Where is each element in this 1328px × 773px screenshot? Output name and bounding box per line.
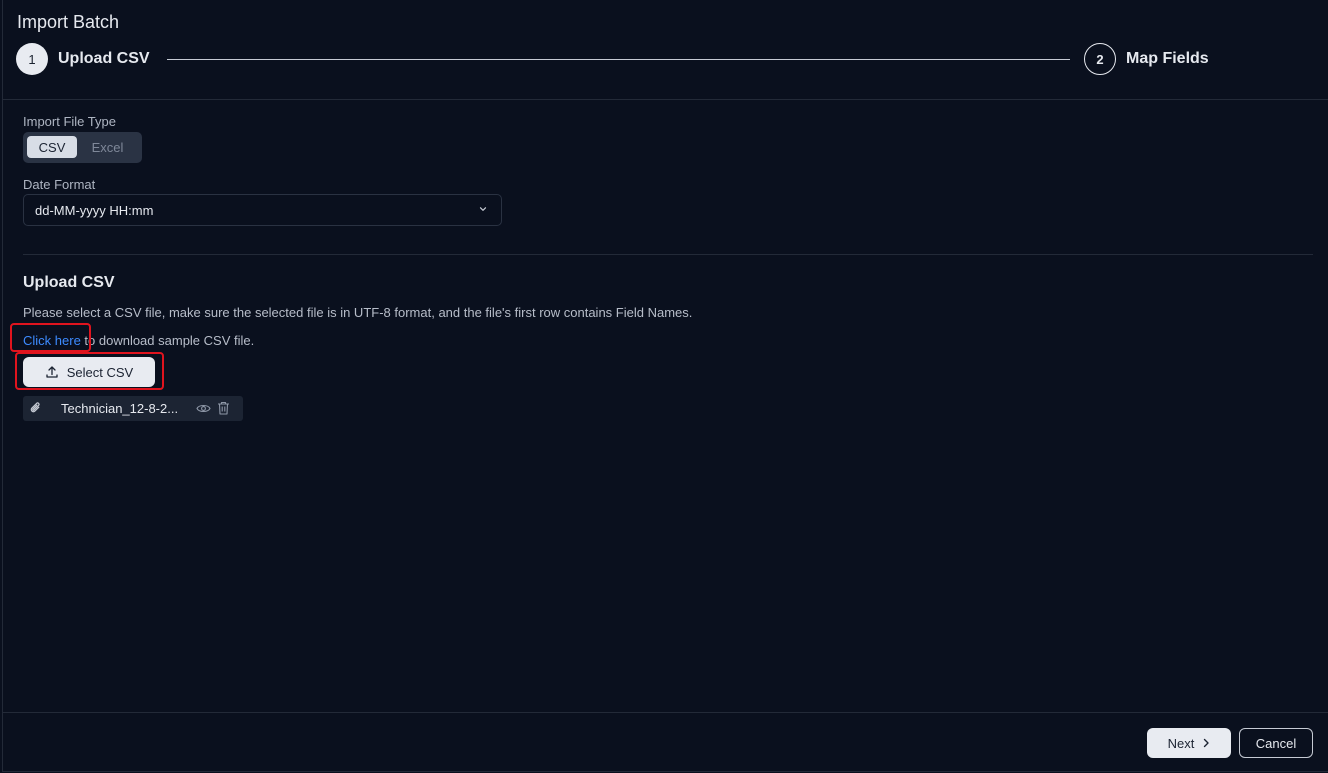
section-divider (23, 254, 1313, 255)
step-2-label: Map Fields (1126, 50, 1209, 67)
chevron-right-icon (1204, 738, 1210, 748)
uploaded-file-name: Technician_12-8-2... (61, 401, 179, 416)
step-2-indicator: 2 (1084, 43, 1116, 75)
trash-icon[interactable] (217, 401, 230, 415)
date-format-value: dd-MM-yyyy HH:mm (35, 203, 154, 218)
date-format-select[interactable]: dd-MM-yyyy HH:mm (23, 194, 502, 226)
stepper: 1 Upload CSV 2 Map Fields (16, 43, 1216, 76)
import-file-type-label: Import File Type (23, 114, 116, 129)
uploaded-file-chip: Technician_12-8-2... (23, 396, 243, 421)
dialog-title: Import Batch (17, 12, 120, 32)
next-button[interactable]: Next (1147, 728, 1231, 758)
file-type-toggle: CSV Excel (23, 132, 142, 163)
step-1-label: Upload CSV (58, 50, 150, 67)
select-csv-button[interactable]: Select CSV (23, 357, 155, 387)
date-format-label: Date Format (23, 177, 96, 192)
cancel-button[interactable]: Cancel (1239, 728, 1313, 758)
chevron-down-icon (479, 207, 487, 211)
file-type-csv-option[interactable]: CSV (27, 136, 78, 158)
sample-download-text: to download sample CSV file. (80, 333, 255, 348)
eye-icon[interactable] (196, 402, 211, 415)
file-type-excel-option[interactable]: Excel (77, 136, 138, 158)
sample-csv-link[interactable]: Click here (23, 333, 81, 348)
import-batch-dialog (2, 0, 1328, 772)
upload-section-title: Upload CSV (23, 274, 115, 291)
header-divider (3, 99, 1328, 100)
select-csv-label: Select CSV (66, 364, 134, 380)
footer-divider (3, 712, 1328, 713)
upload-icon (46, 366, 58, 378)
stepper-connector (167, 59, 1070, 60)
upload-description: Please select a CSV file, make sure the … (23, 305, 693, 320)
paperclip-icon (30, 402, 40, 413)
sample-download-row: Click here to download sample CSV file. (23, 333, 254, 348)
next-label: Next (1167, 735, 1195, 751)
step-1-indicator: 1 (16, 43, 48, 75)
